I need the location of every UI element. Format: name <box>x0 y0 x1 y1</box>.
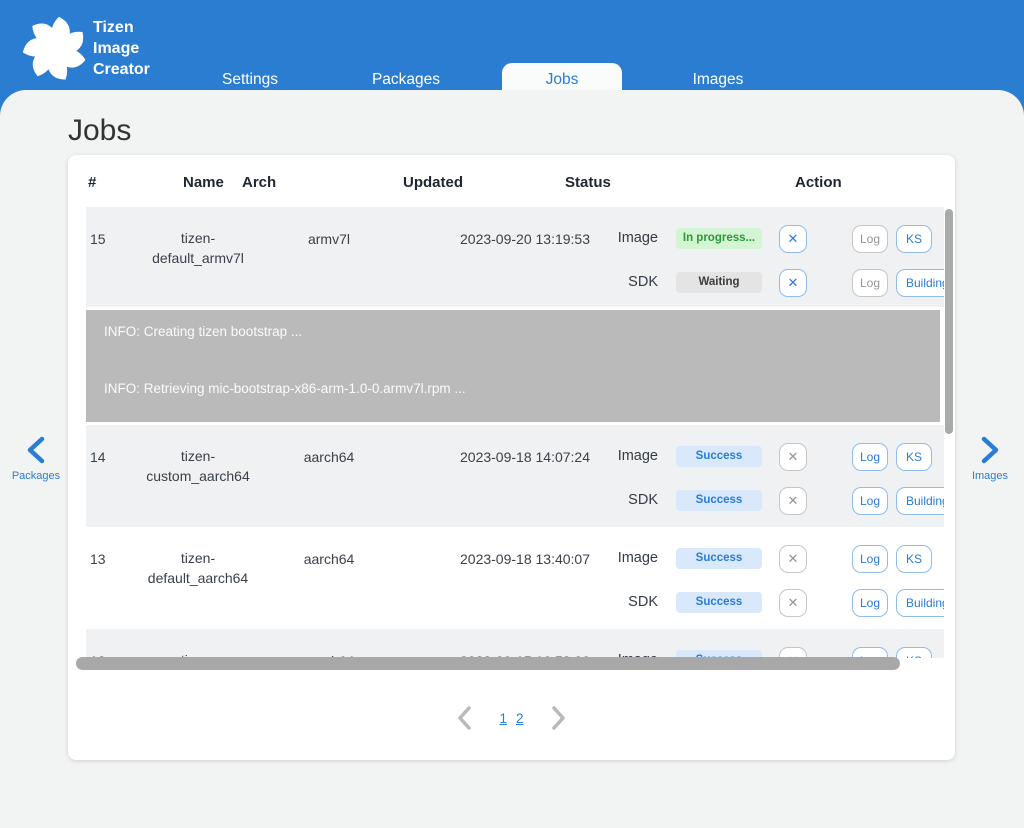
log-button[interactable]: Log <box>852 487 888 515</box>
tizen-pinwheel-logo <box>20 13 90 85</box>
chevron-right-icon <box>979 436 1001 464</box>
job-subrow: SDK Success ✕ Log Building <box>86 581 944 625</box>
jobs-scroll-viewport: 15tizen-default_armv7larmv7l2023-09-20 1… <box>86 207 944 658</box>
table-header: # Name Arch Updated Status Action <box>68 155 955 207</box>
pagination-prev-icon[interactable] <box>455 705 473 731</box>
page-links: 1 2 <box>499 711 523 726</box>
ks-button[interactable]: KS <box>896 545 932 573</box>
column-header-number: # <box>88 174 96 191</box>
subrow-kind-label: Image <box>598 550 658 566</box>
pagination: 1 2 <box>68 700 955 736</box>
log-button: Log <box>852 269 888 297</box>
cancel-button: ✕ <box>779 545 807 573</box>
job-subrow: Image Success ✕ Log KS <box>86 435 944 479</box>
subrow-kind-label: SDK <box>598 274 658 290</box>
subrow-kind-label: SDK <box>598 492 658 508</box>
job-row: 12tizen-default_aarch64aarch642023-09-15… <box>86 629 944 658</box>
job-row: 15tizen-default_armv7larmv7l2023-09-20 1… <box>86 207 944 307</box>
sidenav-packages[interactable]: Packages <box>4 436 68 482</box>
page-link-1[interactable]: 1 <box>499 711 507 726</box>
cancel-button[interactable]: ✕ <box>779 269 807 297</box>
log-button[interactable]: Log <box>852 443 888 471</box>
status-badge: Success <box>676 490 762 511</box>
app-title-line: Creator <box>93 59 150 80</box>
column-header-name: Name <box>183 174 224 191</box>
log-button: Log <box>852 225 888 253</box>
column-header-arch: Arch <box>242 174 276 191</box>
job-log-box: INFO: Creating tizen bootstrap ... INFO: … <box>86 310 940 422</box>
job-subrow: Image In progress... ✕ Log KS <box>86 217 944 261</box>
jobs-card: # Name Arch Updated Status Action 15tize… <box>68 155 955 760</box>
job-subrow: ImageSuccess✕LogKS <box>86 639 944 658</box>
job-subrow: SDK Success ✕ Log Building <box>86 479 944 523</box>
ks-button[interactable]: KS <box>896 647 932 658</box>
log-button[interactable]: Log <box>852 545 888 573</box>
status-badge: In progress... <box>676 228 762 249</box>
job-row: 14tizen-custom_aarch64aarch642023-09-18 … <box>86 425 944 527</box>
job-subrow: Image Success ✕ Log KS <box>86 537 944 581</box>
chevron-left-icon <box>25 436 47 464</box>
cancel-button: ✕ <box>779 443 807 471</box>
cancel-button: ✕ <box>779 487 807 515</box>
horizontal-scrollbar-thumb[interactable] <box>76 657 900 670</box>
app-title-line: Tizen <box>93 17 150 38</box>
subrow-kind-label: SDK <box>598 594 658 610</box>
ks-button[interactable]: KS <box>896 225 932 253</box>
building-button[interactable]: Building <box>896 269 944 297</box>
building-button[interactable]: Building <box>896 487 944 515</box>
sidenav-packages-label: Packages <box>4 470 68 482</box>
job-row: 13tizen-default_aarch64aarch642023-09-18… <box>86 527 944 629</box>
vertical-scrollbar-thumb[interactable] <box>945 209 953 434</box>
column-header-updated: Updated <box>403 174 463 191</box>
log-line: INFO: Creating tizen bootstrap ... <box>104 324 922 339</box>
pagination-next-icon[interactable] <box>550 705 568 731</box>
column-header-action: Action <box>795 174 842 191</box>
app-title: Tizen Image Creator <box>93 17 150 80</box>
status-badge: Success <box>676 548 762 569</box>
status-badge: Waiting <box>676 272 762 293</box>
job-log-row: INFO: Creating tizen bootstrap ... INFO: … <box>86 307 944 425</box>
log-button[interactable]: Log <box>852 589 888 617</box>
ks-button[interactable]: KS <box>896 443 932 471</box>
log-line: INFO: Retrieving mic-bootstrap-x86-arm-1… <box>104 381 922 396</box>
page-title: Jobs <box>68 114 131 148</box>
cancel-button[interactable]: ✕ <box>779 225 807 253</box>
column-header-status: Status <box>565 174 611 191</box>
app-header: Tizen Image Creator SettingsPackagesJobs… <box>0 0 1024 97</box>
building-button[interactable]: Building <box>896 589 944 617</box>
status-badge: Success <box>676 592 762 613</box>
sidenav-images[interactable]: Images <box>958 436 1022 482</box>
job-subrow: SDK Waiting ✕ Log Building <box>86 261 944 305</box>
status-badge: Success <box>676 446 762 467</box>
app-title-line: Image <box>93 38 150 59</box>
subrow-kind-label: Image <box>598 448 658 464</box>
subrow-kind-label: Image <box>598 230 658 246</box>
app-window: Tizen Image Creator SettingsPackagesJobs… <box>0 0 1024 828</box>
sidenav-images-label: Images <box>958 470 1022 482</box>
page-link-2[interactable]: 2 <box>516 711 524 726</box>
cancel-button: ✕ <box>779 589 807 617</box>
